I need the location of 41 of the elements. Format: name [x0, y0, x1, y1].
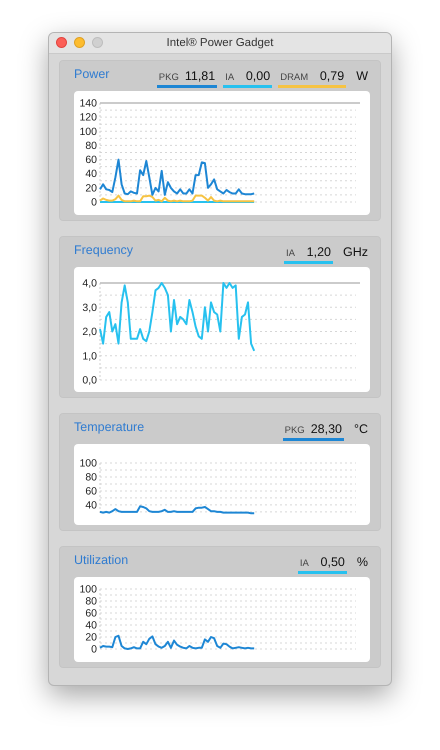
axis-label: 2,0 [82, 326, 97, 338]
panel-title: Temperature [74, 419, 144, 434]
axis-label: 140 [79, 98, 97, 110]
unit-label: °C [352, 422, 368, 438]
unit-label: W [355, 69, 368, 85]
axis-label: 1,0 [82, 350, 97, 362]
axis-label: 80 [85, 140, 97, 152]
axis-label: 80 [85, 596, 97, 608]
axis-label: 0 [91, 196, 97, 208]
axis-label: 100 [79, 458, 97, 470]
axis-label: 0,0 [82, 374, 97, 386]
legend-item: IA 0,50 [298, 555, 347, 574]
axis-label: 100 [79, 584, 97, 596]
axis-label: 40 [85, 168, 97, 180]
legend-item: PKG 28,30 [282, 422, 344, 441]
axis-label: 40 [85, 499, 97, 512]
panel-title: Frequency [74, 242, 134, 257]
unit-label: GHz [342, 245, 368, 261]
axis-label: 20 [85, 632, 97, 644]
unit-label: % [356, 555, 368, 571]
axis-label: 0 [91, 644, 97, 656]
legend-item: PKG 11,81 [156, 69, 218, 88]
axis-label: 80 [85, 471, 97, 484]
axis-label: 60 [85, 154, 97, 166]
axis-label: 120 [79, 112, 97, 124]
axis-label: 4,0 [82, 278, 97, 290]
axis-label: 60 [85, 608, 97, 620]
axis-label: 20 [85, 182, 97, 194]
legend-item: DRAM 0,79 [278, 69, 346, 88]
legend-item: IA 1,20 [284, 245, 333, 264]
legend-item: IA 0,00 [223, 69, 272, 88]
zoom-button[interactable] [92, 37, 103, 48]
panel-title: Power [74, 66, 110, 81]
axis-label: 40 [85, 620, 97, 632]
axis-label: 3,0 [82, 302, 97, 314]
close-button[interactable] [56, 37, 67, 48]
axis-label: 100 [79, 126, 97, 138]
axis-label: 60 [85, 485, 97, 498]
panel-title: Utilization [74, 552, 128, 567]
minimize-button[interactable] [74, 37, 85, 48]
window-title: Intel® Power Gadget [166, 37, 274, 49]
